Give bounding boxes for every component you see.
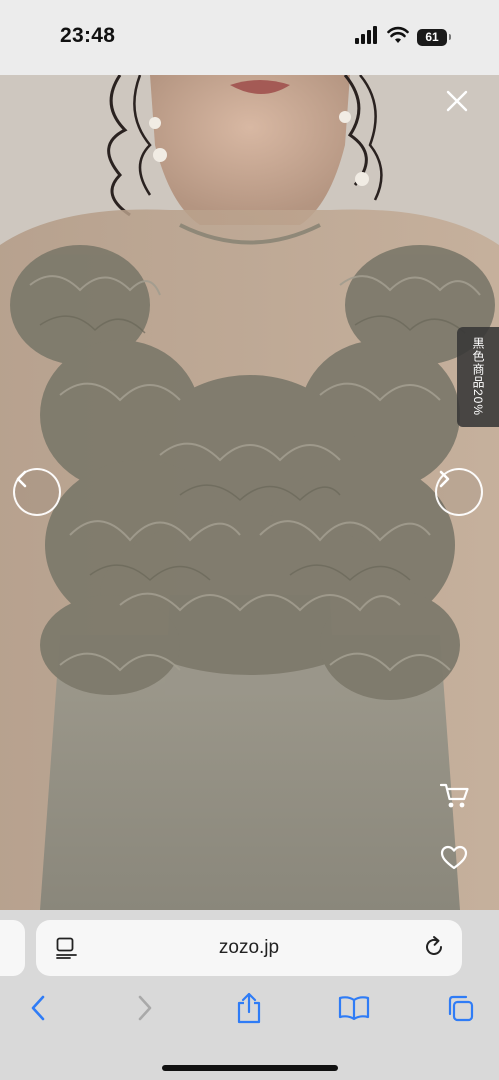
forward-button[interactable] xyxy=(125,990,165,1030)
home-indicator xyxy=(162,1065,338,1071)
favorite-button[interactable] xyxy=(440,845,474,879)
product-image[interactable]: 黒色商品20% xyxy=(0,75,499,910)
wifi-icon xyxy=(387,26,409,49)
share-icon xyxy=(236,992,262,1029)
side-promo-text: 黒色商品20% xyxy=(471,337,485,417)
reload-icon[interactable] xyxy=(422,935,446,964)
previous-image-button[interactable] xyxy=(13,468,61,516)
product-photo xyxy=(0,75,499,910)
share-button[interactable] xyxy=(229,990,269,1030)
battery-level: 61 xyxy=(425,30,439,44)
add-to-cart-button[interactable] xyxy=(440,782,474,816)
status-icons: 61 xyxy=(355,25,451,49)
status-bar: 23:48 61 xyxy=(0,0,499,75)
url-text: zozo.jp xyxy=(218,937,280,958)
signal-icon xyxy=(355,25,379,49)
battery-icon: 61 xyxy=(417,28,451,46)
close-button[interactable] xyxy=(446,90,478,122)
previous-tab-peek[interactable] xyxy=(0,920,25,976)
back-button[interactable] xyxy=(18,990,58,1030)
browser-bottom-bar: zozo.jp xyxy=(0,910,499,1080)
tabs-icon xyxy=(445,993,475,1028)
forward-icon xyxy=(137,995,153,1026)
status-time: 23:48 xyxy=(60,24,116,47)
bookmarks-icon xyxy=(338,995,370,1026)
next-image-button[interactable] xyxy=(435,468,483,516)
bookmarks-button[interactable] xyxy=(334,990,374,1030)
side-promo-tab[interactable]: 黒色商品20% xyxy=(457,327,499,427)
address-bar[interactable]: zozo.jp xyxy=(36,920,462,976)
browser-toolbar xyxy=(0,990,499,1030)
tabs-button[interactable] xyxy=(440,990,480,1030)
back-icon xyxy=(30,995,46,1026)
